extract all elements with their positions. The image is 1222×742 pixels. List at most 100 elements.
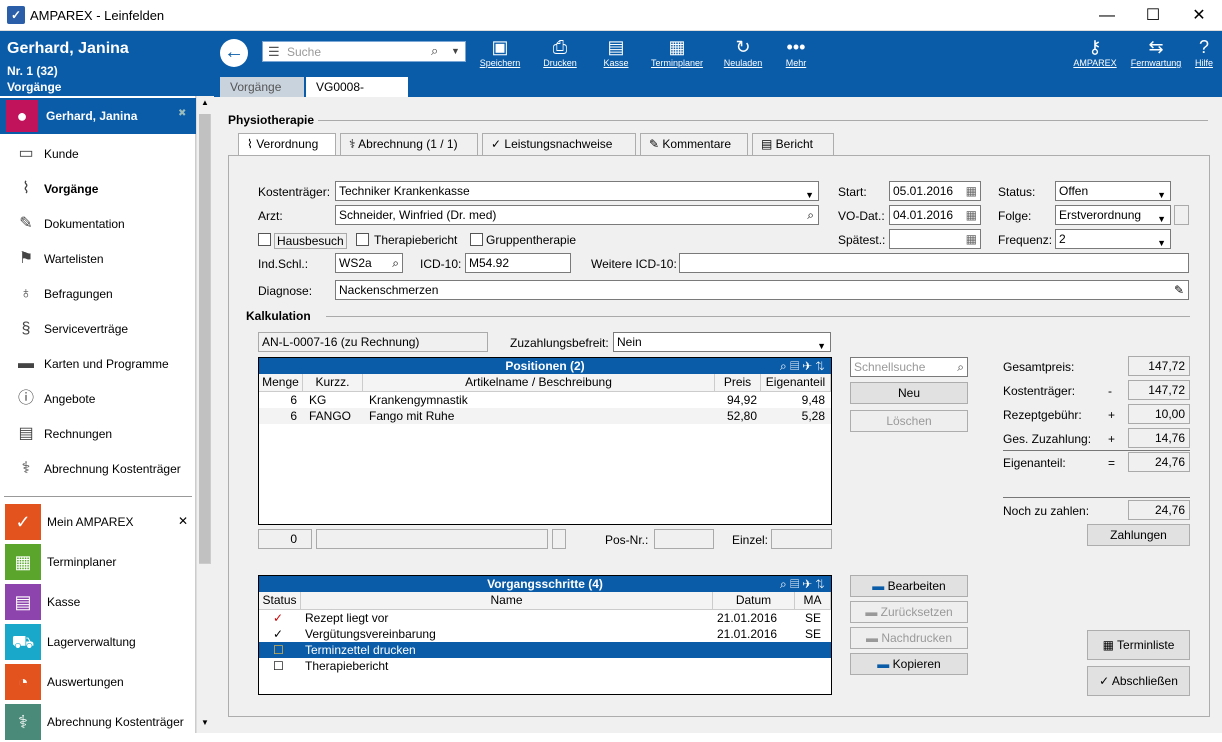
quick-search-input[interactable]: Schnellsuche ⌕ — [850, 357, 968, 377]
search-icon[interactable]: ⌕ — [807, 206, 814, 224]
sidebar-item-angebote[interactable]: ⓘ Angebote — [0, 381, 196, 416]
copy-step-button[interactable]: ▬ Kopieren — [850, 653, 968, 675]
table-row[interactable]: ✓ Rezept liegt vor 21.01.2016 SE — [259, 610, 831, 626]
tab-vg0008-16[interactable]: VG0008-16✕ — [306, 77, 408, 114]
sidebar-patient[interactable]: ● Gerhard, Janina ✖ — [0, 98, 196, 134]
col-ma[interactable]: MA — [795, 592, 831, 610]
tab-abrechnung[interactable]: ⚕ Abrechnung (1 / 1) — [340, 133, 478, 155]
save-button[interactable]: ▣ Speichern — [478, 36, 522, 74]
therapiebericht-checkbox[interactable] — [356, 233, 369, 246]
sidebar-item-karten[interactable]: ▬ Karten und Programme — [0, 346, 196, 381]
finish-button[interactable]: ✓ Abschließen — [1087, 666, 1190, 696]
table-row[interactable]: 6 FANGO Fango mit Ruhe 52,80 5,28 — [259, 408, 831, 424]
search-icon[interactable]: ⌕ — [780, 359, 787, 373]
tab-kommentare[interactable]: ✎ Kommentare — [640, 133, 748, 155]
sidebar-item-wartelisten[interactable]: ⚑ Wartelisten — [0, 241, 196, 276]
search-input[interactable]: ☰ Suche ⌕ ▼ — [262, 41, 466, 62]
delete-position-button[interactable]: Löschen — [850, 410, 968, 432]
start-date-field[interactable]: 05.01.2016 ▦ — [889, 181, 981, 201]
app-terminplaner[interactable]: ▦ Terminplaner — [0, 542, 196, 582]
calendar-icon[interactable]: ▦ — [966, 206, 977, 224]
col-kurzz[interactable]: Kurzz. — [303, 374, 363, 392]
col-artikelname[interactable]: Artikelname / Beschreibung — [363, 374, 715, 392]
search-icon[interactable]: ⌕ — [392, 254, 399, 272]
tab-vorgaenge[interactable]: Vorgänge — [220, 77, 304, 97]
sidebar-item-rechnungen[interactable]: ▤ Rechnungen — [0, 416, 196, 451]
menu-icon[interactable]: ☰ — [268, 44, 280, 60]
weitere-icd10-field[interactable] — [679, 253, 1189, 273]
cash-register-button[interactable]: ▤ Kasse — [596, 36, 636, 74]
quantity-stepper[interactable]: 0 — [258, 529, 312, 549]
maximize-button[interactable]: ☐ — [1130, 0, 1176, 31]
close-button[interactable]: ✕ — [1176, 0, 1222, 31]
app-auswertungen[interactable]: ◔ Auswertungen — [0, 662, 196, 702]
app-abrechnung-kostentraeger[interactable]: ⚕ Abrechnung Kostenträger — [0, 702, 196, 742]
indschl-field[interactable]: WS2a ⌕ — [335, 253, 403, 273]
reprint-step-button[interactable]: ▬ Nachdrucken — [850, 627, 968, 649]
hausbesuch-checkbox[interactable] — [258, 233, 271, 246]
table-row[interactable]: ✓ Vergütungsvereinbarung 21.01.2016 SE — [259, 626, 831, 642]
table-row[interactable]: ☐ Therapiebericht — [259, 658, 831, 674]
folge-extra-field[interactable] — [1174, 205, 1189, 225]
arzt-field[interactable]: Schneider, Winfried (Dr. med) ⌕ — [335, 205, 819, 225]
more-button[interactable]: ••• Mehr — [780, 36, 812, 74]
print-button[interactable]: ⎙ Drucken — [538, 36, 582, 74]
pin-icon[interactable]: ✈ — [803, 359, 813, 373]
gruppentherapie-checkbox[interactable] — [470, 233, 483, 246]
search-icon[interactable]: ⌕ — [957, 358, 964, 376]
frequenz-select[interactable]: 2 ▼ — [1055, 229, 1171, 249]
sidebar-item-dokumentation[interactable]: ✎ Dokumentation — [0, 206, 196, 241]
document-icon[interactable]: ▤ — [790, 577, 799, 591]
spaetest-date-field[interactable]: ▦ — [889, 229, 981, 249]
close-icon[interactable]: ✖ — [178, 108, 186, 119]
sidebar-item-abrechnung[interactable]: ⚕ Abrechnung Kostenträger — [0, 451, 196, 486]
calendar-icon[interactable]: ▦ — [966, 182, 977, 200]
payments-button[interactable]: Zahlungen — [1087, 524, 1190, 546]
sidebar-item-vorgaenge[interactable]: ⌇ Vorgänge — [0, 171, 196, 206]
remote-maintenance-button[interactable]: ⇆ Fernwartung — [1128, 36, 1184, 74]
close-icon[interactable]: ✕ — [178, 514, 188, 528]
col-preis[interactable]: Preis — [715, 374, 761, 392]
scroll-down-icon[interactable]: ▼ — [201, 718, 209, 727]
posnr-field[interactable] — [654, 529, 714, 549]
back-button[interactable]: ← — [220, 39, 248, 67]
sidebar-item-servicevertraege[interactable]: § Serviceverträge — [0, 311, 196, 346]
vodat-date-field[interactable]: 04.01.2016 ▦ — [889, 205, 981, 225]
document-icon[interactable]: ▤ — [790, 359, 799, 373]
chevron-down-icon[interactable]: ▼ — [451, 46, 460, 56]
tab-bericht[interactable]: ▤ Bericht — [752, 133, 834, 155]
zuzahlung-select[interactable]: Nein ▼ — [613, 332, 831, 352]
appointment-list-button[interactable]: ▦ Terminliste — [1087, 630, 1190, 660]
scroll-up-icon[interactable]: ▲ — [201, 98, 209, 107]
calendar-icon[interactable]: ▦ — [966, 230, 977, 248]
reset-step-button[interactable]: ▬ Zurücksetzen — [850, 601, 968, 623]
search-icon[interactable]: ⌕ — [431, 43, 438, 59]
article-field[interactable] — [316, 529, 548, 549]
pencil-icon[interactable]: ✎ — [1174, 281, 1184, 299]
minimize-button[interactable]: — — [1084, 0, 1130, 31]
table-row[interactable]: 6 KG Krankengymnastik 94,92 9,48 — [259, 392, 831, 408]
col-eigenanteil[interactable]: Eigenanteil — [761, 374, 831, 392]
sidebar-item-befragungen[interactable]: ♁ Befragungen — [0, 276, 196, 311]
col-menge[interactable]: Menge — [259, 374, 303, 392]
kostentraeger-select[interactable]: Techniker Krankenkasse ▼ — [335, 181, 819, 201]
swap-icon[interactable]: ⇅ — [815, 359, 825, 373]
table-row-selected[interactable]: ☐ Terminzettel drucken — [259, 642, 831, 658]
help-button[interactable]: ? Hilfe — [1190, 36, 1218, 74]
status-select[interactable]: Offen ▼ — [1055, 181, 1171, 201]
search-icon[interactable]: ⌕ — [780, 577, 787, 591]
pin-icon[interactable]: ✈ — [803, 577, 813, 591]
new-position-button[interactable]: Neu — [850, 382, 968, 404]
app-kasse[interactable]: ▤ Kasse — [0, 582, 196, 622]
col-status[interactable]: Status — [259, 592, 301, 610]
scroll-thumb[interactable] — [199, 114, 211, 564]
amparex-button[interactable]: ⚷ AMPAREX — [1072, 36, 1118, 74]
tab-verordnung[interactable]: ⌇ Verordnung — [238, 133, 336, 156]
col-name[interactable]: Name — [301, 592, 713, 610]
reload-button[interactable]: ↻ Neuladen — [720, 36, 766, 74]
swap-icon[interactable]: ⇅ — [815, 577, 825, 591]
calendar-button[interactable]: ▦ Terminplaner — [646, 36, 708, 74]
app-mein-amparex[interactable]: ✓ Mein AMPAREX ✕ — [0, 502, 196, 542]
sidebar-scrollbar[interactable]: ▲ ▼ — [196, 96, 214, 733]
col-datum[interactable]: Datum — [713, 592, 795, 610]
